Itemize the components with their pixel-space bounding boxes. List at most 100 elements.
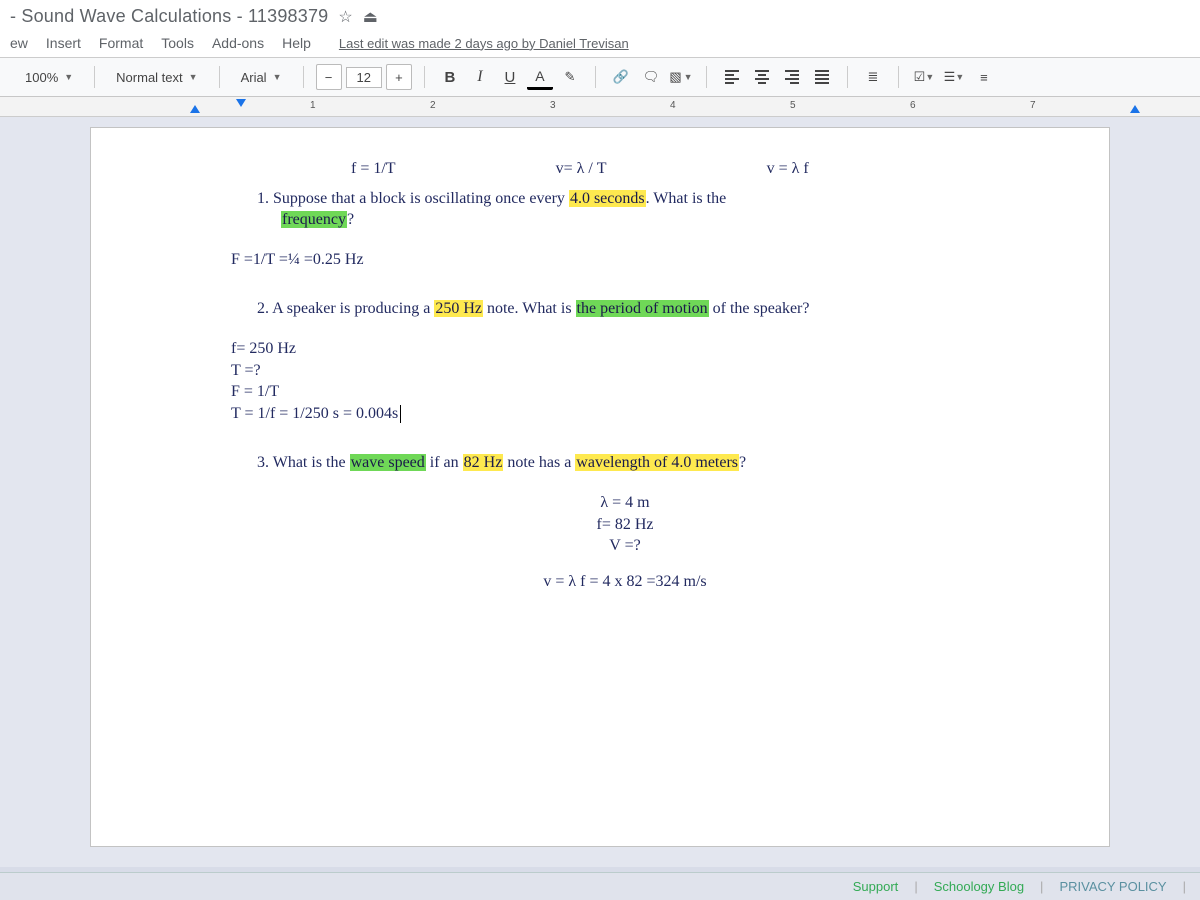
document-title[interactable]: - Sound Wave Calculations - 11398379 — [10, 6, 328, 27]
insert-link-button[interactable]: 🔗 — [608, 64, 634, 90]
zoom-value: 100% — [25, 70, 58, 85]
chevron-down-icon: ▼ — [273, 72, 282, 82]
paragraph-style-select[interactable]: Normal text ▼ — [107, 66, 206, 89]
text-color-button[interactable]: A — [527, 64, 553, 90]
work-line: λ = 4 m — [211, 492, 1039, 514]
question-text: if an — [426, 454, 463, 471]
line-spacing-button[interactable]: ≣ — [860, 64, 886, 90]
separator — [847, 66, 848, 88]
question-text: note. What is — [483, 300, 576, 317]
indent-marker-icon[interactable] — [190, 105, 200, 113]
blog-link[interactable]: Schoology Blog — [934, 879, 1024, 894]
last-edit-link[interactable]: Last edit was made 2 days ago by Daniel … — [339, 36, 629, 51]
document-canvas[interactable]: f = 1/T v= λ / T v = λ f 1. Suppose that… — [0, 117, 1200, 867]
chevron-down-icon: ▼ — [189, 72, 198, 82]
answer-1: F =1/T =¼ =0.25 Hz — [231, 249, 1039, 271]
ruler-mark: 3 — [550, 100, 556, 111]
ruler-mark: 5 — [790, 100, 796, 111]
chevron-down-icon: ▼ — [684, 72, 693, 82]
work-line: T =? — [231, 360, 1039, 382]
align-center-button[interactable] — [749, 64, 775, 90]
text-cursor — [400, 405, 401, 423]
document-page[interactable]: f = 1/T v= λ / T v = λ f 1. Suppose that… — [90, 127, 1110, 847]
separator: | — [914, 879, 917, 894]
fontsize-increase-button[interactable]: + — [386, 64, 412, 90]
highlight-green: frequency — [281, 211, 347, 228]
privacy-link[interactable]: PRIVACY POLICY — [1059, 879, 1166, 894]
cloud-icon[interactable]: ⏏ — [363, 7, 378, 27]
fontsize-input[interactable]: 12 — [346, 67, 382, 88]
separator: | — [1183, 879, 1186, 894]
bold-button[interactable]: B — [437, 64, 463, 90]
align-justify-button[interactable] — [809, 64, 835, 90]
highlight-yellow: wavelength of 4.0 meters — [575, 454, 739, 471]
separator — [94, 66, 95, 88]
star-icon[interactable]: ☆ — [338, 7, 352, 27]
line-spacing-icon: ≣ — [868, 69, 879, 85]
support-link[interactable]: Support — [853, 879, 899, 894]
question-text: Suppose that a block is oscillating once… — [273, 190, 569, 207]
ruler-mark: 1 — [310, 100, 316, 111]
numbered-list-icon: ≡ — [980, 70, 988, 85]
align-left-button[interactable] — [719, 64, 745, 90]
question-number: 3. — [257, 454, 269, 471]
footer-bar: Support | Schoology Blog | PRIVACY POLIC… — [0, 872, 1200, 900]
checklist-button[interactable]: ☑▼ — [911, 64, 937, 90]
question-text: What is the — [273, 454, 350, 471]
menu-view[interactable]: ew — [10, 35, 28, 51]
zoom-select[interactable]: 100% ▼ — [16, 66, 82, 89]
highlight-yellow: 82 Hz — [463, 454, 504, 471]
menu-addons[interactable]: Add-ons — [212, 35, 264, 51]
chevron-down-icon: ▼ — [64, 72, 73, 82]
horizontal-ruler[interactable]: 1 2 3 4 5 6 7 — [0, 97, 1200, 117]
formula-row: f = 1/T v= λ / T v = λ f — [351, 158, 1039, 180]
work-line: T = 1/f = 1/250 s = 0.004s — [231, 403, 1039, 425]
image-icon: ▧ — [669, 69, 681, 85]
ruler-mark: 2 — [430, 100, 436, 111]
question-text: A speaker is producing a — [272, 300, 434, 317]
add-comment-button[interactable]: 🗨 — [638, 64, 664, 90]
question-2: 2. A speaker is producing a 250 Hz note.… — [257, 298, 1039, 320]
right-indent-icon[interactable] — [1130, 105, 1140, 113]
separator — [424, 66, 425, 88]
title-bar: - Sound Wave Calculations - 11398379 ☆ ⏏ — [0, 0, 1200, 31]
separator: | — [1040, 879, 1043, 894]
question-text: note has a — [503, 454, 575, 471]
first-line-indent-icon[interactable] — [236, 99, 246, 107]
toolbar: 100% ▼ Normal text ▼ Arial ▼ − 12 + B I … — [0, 58, 1200, 97]
formula-2: v= λ / T — [556, 158, 607, 180]
formula-3: v = λ f — [767, 158, 809, 180]
chevron-down-icon: ▼ — [955, 72, 964, 82]
fontsize-decrease-button[interactable]: − — [316, 64, 342, 90]
font-select[interactable]: Arial ▼ — [232, 66, 291, 89]
align-right-icon — [785, 70, 799, 84]
align-center-icon — [755, 70, 769, 84]
numbered-list-button[interactable]: ≡ — [971, 64, 997, 90]
menu-format[interactable]: Format — [99, 35, 143, 51]
separator — [303, 66, 304, 88]
question-1: 1. Suppose that a block is oscillating o… — [257, 188, 1039, 231]
menu-insert[interactable]: Insert — [46, 35, 81, 51]
insert-image-button[interactable]: ▧▼ — [668, 64, 694, 90]
chevron-down-icon: ▼ — [925, 72, 934, 82]
question-text: ? — [347, 211, 354, 228]
separator — [898, 66, 899, 88]
highlighter-icon: ✎ — [565, 69, 576, 85]
formula-1: f = 1/T — [351, 158, 396, 180]
ruler-mark: 6 — [910, 100, 916, 111]
font-value: Arial — [241, 70, 267, 85]
underline-button[interactable]: U — [497, 64, 523, 90]
bulleted-list-button[interactable]: ☰▼ — [941, 64, 967, 90]
answer-2: f= 250 Hz T =? F = 1/T T = 1/f = 1/250 s… — [231, 338, 1039, 424]
question-text: . What is the — [646, 190, 727, 207]
question-text: ? — [739, 454, 746, 471]
align-right-button[interactable] — [779, 64, 805, 90]
question-3: 3. What is the wave speed if an 82 Hz no… — [257, 452, 1039, 474]
menu-help[interactable]: Help — [282, 35, 311, 51]
menu-tools[interactable]: Tools — [161, 35, 194, 51]
italic-button[interactable]: I — [467, 64, 493, 90]
highlight-color-button[interactable]: ✎ — [557, 64, 583, 90]
bullet-list-icon: ☰ — [944, 69, 956, 85]
checklist-icon: ☑ — [914, 69, 926, 85]
question-number: 2. — [257, 300, 269, 317]
